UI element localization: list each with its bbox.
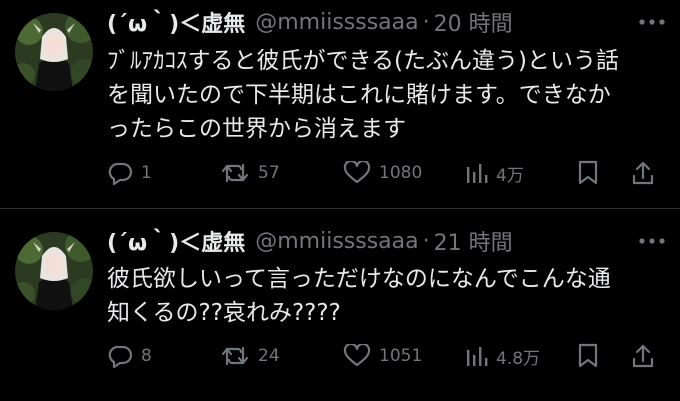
- user-handle[interactable]: @mmiissssaaa: [255, 10, 418, 35]
- share-button[interactable]: [631, 342, 655, 370]
- like-count: 1080: [379, 163, 423, 183]
- like-button[interactable]: 1051: [343, 342, 422, 370]
- tweet[interactable]: (´ω｀)＜虚無 @mmiissssaaa · 21 時間 彼氏欲しいって言った…: [0, 210, 680, 401]
- reply-count: 1: [141, 163, 152, 183]
- tweet-actions: 1 57 1080 4万: [107, 159, 666, 187]
- like-icon: [343, 161, 371, 185]
- views-icon: [464, 344, 488, 368]
- reply-icon: [107, 161, 133, 185]
- retweet-button[interactable]: 57: [220, 159, 280, 187]
- tweet[interactable]: (´ω｀)＜虚無 @mmiissssaaa · 20 時間 ﾌﾞﾙｱｶｺｽすると…: [0, 0, 680, 208]
- separator-dot: ·: [422, 228, 430, 254]
- avatar[interactable]: [15, 232, 93, 310]
- bookmark-button[interactable]: [577, 159, 599, 187]
- share-icon: [631, 343, 655, 369]
- divider: [0, 208, 680, 209]
- views-icon: [464, 161, 488, 185]
- retweet-icon: [220, 161, 250, 185]
- views-button[interactable]: 4.8万: [464, 342, 540, 370]
- display-name[interactable]: (´ω｀)＜虚無: [107, 6, 245, 38]
- reply-button[interactable]: 8: [107, 342, 152, 370]
- tweet-text: ﾌﾞﾙｱｶｺｽすると彼氏ができる(たぶん違う)という話 を聞いたので下半期はこれ…: [107, 48, 619, 142]
- more-icon[interactable]: [638, 10, 666, 34]
- reply-count: 8: [141, 346, 152, 366]
- more-icon[interactable]: [638, 229, 666, 253]
- tweet-header: (´ω｀)＜虚無 @mmiissssaaa · 21 時間: [107, 225, 620, 257]
- like-icon: [343, 344, 371, 368]
- like-count: 1051: [379, 346, 423, 366]
- bookmark-icon: [577, 160, 599, 186]
- retweet-count: 57: [258, 163, 280, 183]
- retweet-button[interactable]: 24: [220, 342, 280, 370]
- share-icon: [631, 160, 655, 186]
- view-count: 4.8万: [496, 348, 541, 369]
- tweet-header: (´ω｀)＜虚無 @mmiissssaaa · 20 時間: [107, 6, 620, 38]
- tweet-actions: 8 24 1051 4.8万: [107, 342, 666, 370]
- tweet-text: 彼氏欲しいって言っただけなのになんでこんな通 知くるの??哀れみ????: [107, 266, 611, 326]
- tweet-time[interactable]: 20 時間: [434, 6, 513, 38]
- view-count: 4万: [496, 165, 524, 186]
- like-button[interactable]: 1080: [343, 159, 422, 187]
- reply-button[interactable]: 1: [107, 159, 152, 187]
- retweet-count: 24: [258, 346, 280, 366]
- user-handle[interactable]: @mmiissssaaa: [255, 229, 418, 254]
- tweet-time[interactable]: 21 時間: [434, 225, 513, 257]
- reply-icon: [107, 344, 133, 368]
- display-name[interactable]: (´ω｀)＜虚無: [107, 225, 245, 257]
- retweet-icon: [220, 344, 250, 368]
- separator-dot: ·: [422, 9, 430, 35]
- bookmark-icon: [577, 343, 599, 369]
- views-button[interactable]: 4万: [464, 159, 524, 187]
- bookmark-button[interactable]: [577, 342, 599, 370]
- share-button[interactable]: [631, 159, 655, 187]
- avatar[interactable]: [15, 13, 93, 91]
